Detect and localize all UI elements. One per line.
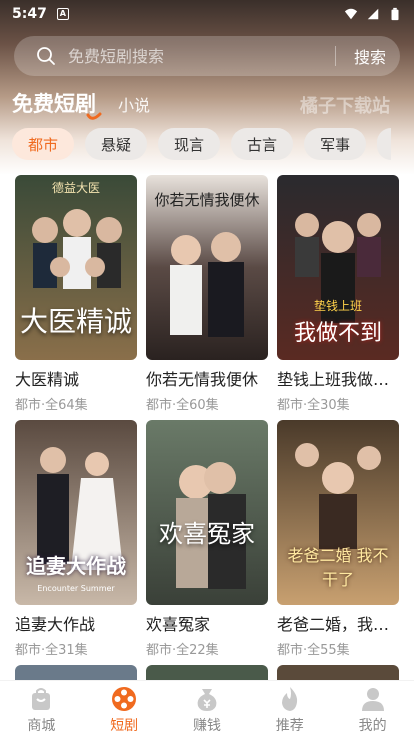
nav-mine-label: 我的 — [358, 718, 387, 734]
drama-title: 老爸二婚，我不干了 — [277, 615, 399, 634]
category-chip-more[interactable] — [377, 128, 392, 160]
drama-poster: 欢喜冤家 — [146, 420, 268, 605]
notification-icon: A — [56, 8, 69, 20]
drama-title: 你若无情我便休 — [146, 370, 259, 389]
search-divider — [334, 46, 336, 66]
poster-art — [146, 420, 268, 605]
poster-subtitle-text: Encounter Summer — [37, 584, 115, 593]
drama-poster: 老爸二婚 我不干了 — [277, 420, 399, 605]
poster-title-text: 欢喜冤家 — [159, 520, 255, 548]
drama-card[interactable]: 德益大医 大医精诚 大医精诚 都市·全64集 — [15, 175, 137, 413]
content-type-tabs: 免费短剧 小说 — [12, 88, 150, 120]
drama-card[interactable]: 追妻大作战 Encounter Summer 追妻大作战 都市·全31集 — [15, 420, 137, 658]
search-icon — [37, 47, 55, 65]
nav-recommend[interactable]: 推荐 — [248, 681, 331, 736]
drama-title: 欢喜冤家 — [146, 615, 211, 634]
drama-meta: 都市·全31集 — [15, 643, 88, 658]
status-time: 5:47 — [12, 6, 47, 22]
poster-title-text: 我做不到 — [293, 321, 382, 346]
drama-poster: 德益大医 大医精诚 — [15, 175, 137, 360]
wifi-icon — [344, 8, 358, 20]
drama-meta: 都市·全30集 — [277, 398, 350, 413]
nav-mine[interactable]: 我的 — [331, 681, 414, 736]
search-bar[interactable]: 搜索 — [14, 36, 400, 76]
nav-recommend-label: 推荐 — [275, 718, 304, 734]
bottom-nav: 商城 短剧 赚钱 推荐 我的 — [0, 680, 414, 736]
drama-card[interactable]: 欢喜冤家 欢喜冤家 都市·全22集 — [146, 420, 268, 658]
category-chip-ancient-romance[interactable]: 古言 — [231, 128, 294, 160]
drama-meta: 都市·全55集 — [277, 643, 350, 658]
shop-bag-icon — [32, 688, 51, 710]
drama-card[interactable]: 垫钱上班 我做不到 垫钱上班我做不到 都市·全30集 — [277, 175, 399, 413]
drama-title: 追妻大作战 — [15, 615, 96, 634]
watermark: 橘子下载站 — [300, 96, 390, 117]
status-bar: 5:47 A — [0, 0, 414, 28]
drama-poster: 追妻大作战 Encounter Summer — [15, 420, 137, 605]
drama-title: 大医精诚 — [15, 370, 80, 389]
nav-shop[interactable]: 商城 — [0, 681, 83, 736]
drama-meta: 都市·全60集 — [146, 398, 219, 413]
poster-title-text: 大医精诚 — [19, 305, 132, 338]
nav-shop-label: 商城 — [27, 718, 56, 734]
drama-title: 垫钱上班我做不到 — [277, 370, 399, 389]
active-tab-indicator — [86, 112, 102, 120]
drama-card[interactable]: 老爸二婚 我不干了 老爸二婚，我不干了 都市·全55集 — [277, 420, 399, 658]
drama-meta: 都市·全22集 — [146, 643, 219, 658]
drama-meta: 都市·全64集 — [15, 398, 88, 413]
battery-icon — [391, 7, 399, 21]
tab-free-drama[interactable]: 免费短剧 — [12, 88, 102, 120]
nav-earn[interactable]: 赚钱 — [166, 681, 249, 736]
drama-poster: 垫钱上班 我做不到 — [277, 175, 399, 360]
nav-earn-label: 赚钱 — [192, 718, 221, 734]
category-chip-suspense[interactable]: 悬疑 — [85, 128, 148, 160]
category-chips: 都市 悬疑 现言 古言 军事 — [12, 128, 392, 160]
category-chip-urban[interactable]: 都市 — [12, 128, 75, 160]
tab-free-drama-label: 免费短剧 — [12, 92, 96, 116]
user-icon — [361, 688, 384, 711]
search-button[interactable]: 搜索 — [354, 44, 386, 68]
coin-bag-icon — [197, 689, 217, 711]
poster-top-text: 垫钱上班 — [313, 299, 362, 313]
nav-short-drama[interactable]: 短剧 — [83, 681, 166, 736]
drama-poster: 你若无情我便休 — [146, 175, 268, 360]
poster-top-text: 德益大医 — [51, 181, 100, 195]
flame-icon — [281, 687, 297, 711]
category-chip-modern-romance[interactable]: 现言 — [158, 128, 221, 160]
category-chip-military[interactable]: 军事 — [304, 128, 367, 160]
poster-title-text: 你若无情我便休 — [154, 191, 260, 209]
tab-novel[interactable]: 小说 — [118, 92, 150, 118]
search-input[interactable] — [68, 46, 288, 66]
film-reel-icon — [112, 687, 137, 711]
nav-short-drama-label: 短剧 — [110, 718, 139, 734]
poster-title-text: 追妻大作战 — [26, 554, 126, 578]
signal-icon — [367, 8, 379, 20]
drama-card[interactable]: 你若无情我便休 你若无情我便休 都市·全60集 — [146, 175, 268, 413]
poster-title-text: 老爸二婚 我不干了 — [287, 546, 389, 589]
